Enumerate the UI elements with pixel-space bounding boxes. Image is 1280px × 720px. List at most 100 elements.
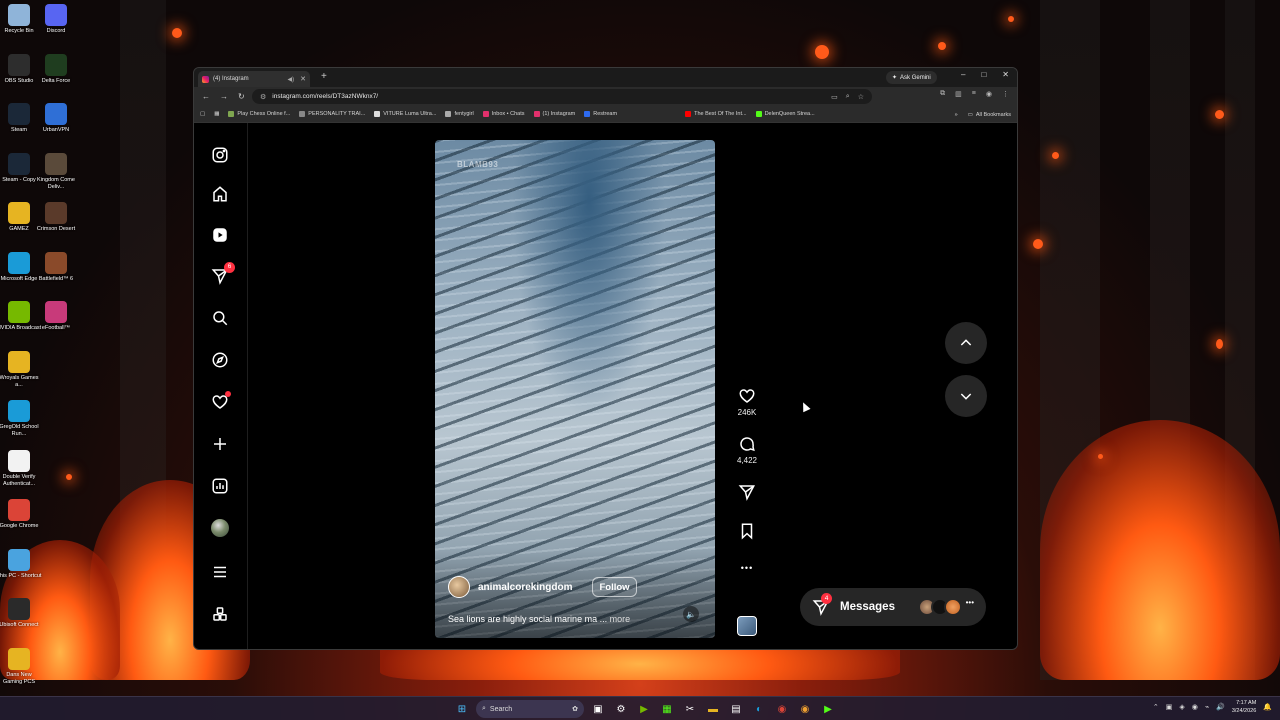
- desktop-shortcut[interactable]: NVIDIA Broadcast: [0, 297, 41, 347]
- tray-app-icon[interactable]: ◈: [1179, 703, 1184, 711]
- bookmark-item[interactable]: PERSONALITY TRAI...: [299, 111, 365, 117]
- clock[interactable]: 7:17 AM 3/24/2026: [1232, 699, 1256, 715]
- bookmark-item[interactable]: Restream: [584, 111, 617, 117]
- comment-button[interactable]: 4,422: [735, 435, 759, 465]
- address-bar[interactable]: ⚙ instagram.com/reels/DT3azNWknx7/ ▭ ⌕ ☆: [252, 89, 872, 104]
- explore-icon[interactable]: [210, 350, 230, 370]
- apps-grid-icon[interactable]: ▦: [214, 111, 219, 117]
- tray-expand-icon[interactable]: ⌃: [1153, 703, 1159, 711]
- address-bar-url[interactable]: instagram.com/reels/DT3azNWknx7/: [272, 93, 378, 100]
- desktop-shortcut[interactable]: Steam: [0, 99, 38, 149]
- close-window-button[interactable]: ✕: [1002, 70, 1009, 79]
- desktop-shortcut[interactable]: Wroyals Games a...: [0, 347, 39, 397]
- reel-video[interactable]: BLAMB93 animalcorekingdom Follow Sea lio…: [435, 140, 715, 638]
- settings-icon[interactable]: ⚙: [612, 700, 630, 718]
- start-windows-icon[interactable]: ⊞: [453, 700, 471, 718]
- bookmark-item[interactable]: Play Chess Online f...: [228, 111, 290, 117]
- desktop-shortcut[interactable]: Double Verify Authenticat...: [0, 446, 38, 496]
- zoom-icon[interactable]: ⌕: [846, 93, 850, 101]
- bookmark-item[interactable]: The Best Of The Int...: [685, 111, 747, 117]
- search-icon[interactable]: [210, 308, 230, 328]
- extensions-icon[interactable]: ⧉: [940, 90, 945, 98]
- nvidia-app-icon[interactable]: ▶: [635, 700, 653, 718]
- desktop-shortcut[interactable]: Kingdom Come Deliv...: [37, 149, 75, 199]
- desktop-shortcut[interactable]: OBS Studio: [0, 50, 38, 100]
- share-button[interactable]: [735, 483, 759, 501]
- more-apps-icon[interactable]: [210, 604, 230, 624]
- desktop-shortcut[interactable]: UrbanVPN: [37, 99, 75, 149]
- ask-gemini-button[interactable]: ✦ Ask Gemini: [886, 71, 937, 84]
- game-app-icon[interactable]: ▶: [819, 700, 837, 718]
- desktop-shortcut[interactable]: GregOld School Run...: [0, 396, 39, 446]
- bookmark-item[interactable]: DelenQueen Strea...: [755, 111, 815, 117]
- network-icon[interactable]: ⌁: [1205, 703, 1209, 711]
- desktop-shortcut[interactable]: Crimson Desert: [37, 198, 75, 248]
- desktop-shortcut[interactable]: Ubisoft Connect: [0, 594, 39, 644]
- desktop-shortcut[interactable]: Dans New Gaming PCS: [0, 644, 38, 694]
- desktop-shortcut[interactable]: Google Chrome: [0, 495, 38, 545]
- file-explorer-icon[interactable]: ▬: [704, 700, 722, 718]
- taskbar-search[interactable]: ⌕ Search ✿: [476, 700, 584, 718]
- tray-app-icon[interactable]: ▣: [1166, 703, 1173, 711]
- task-view-icon[interactable]: ▣: [589, 700, 607, 718]
- minimize-button[interactable]: –: [961, 70, 965, 79]
- direct-messages-icon[interactable]: 6: [210, 262, 235, 286]
- bookmark-item[interactable]: (1) Instagram: [533, 111, 575, 117]
- desktop-shortcut[interactable]: Steam - Copy: [0, 149, 38, 199]
- desktop-shortcut[interactable]: Delta Force: [37, 50, 75, 100]
- tab-audio-icon[interactable]: ◀): [288, 76, 295, 83]
- tray-app-icon[interactable]: ◉: [1192, 703, 1198, 711]
- desktop-shortcut[interactable]: eFootball™: [37, 297, 75, 347]
- like-button[interactable]: 246K: [735, 387, 759, 417]
- store-icon[interactable]: ▤: [727, 700, 745, 718]
- browser-menu-icon[interactable]: ⋮: [1002, 90, 1009, 98]
- profile-icon[interactable]: ◉: [986, 90, 992, 98]
- chrome-active-icon[interactable]: ◉: [796, 700, 814, 718]
- mute-toggle-icon[interactable]: 🔈: [683, 606, 699, 622]
- messages-button[interactable]: 4 Messages •••: [800, 588, 986, 626]
- reload-icon[interactable]: ↻: [238, 92, 245, 101]
- instagram-logo-icon[interactable]: [210, 145, 230, 165]
- tab-instagram[interactable]: (4) Instagram ◀) ✕: [198, 71, 310, 87]
- creator-username[interactable]: animalcorekingdom: [478, 582, 572, 593]
- next-reel-button[interactable]: [945, 375, 987, 417]
- forward-icon[interactable]: →: [220, 92, 228, 101]
- tab-close-icon[interactable]: ✕: [300, 75, 306, 83]
- site-info-icon[interactable]: ⚙: [260, 93, 266, 101]
- back-icon[interactable]: ←: [202, 92, 210, 101]
- options-button[interactable]: •••: [735, 563, 759, 573]
- desktop-shortcut[interactable]: Microsoft Edge: [0, 248, 38, 298]
- notifications-heart-icon[interactable]: [210, 391, 231, 412]
- desktop-shortcut[interactable]: Battlefield™ 6: [37, 248, 75, 298]
- cast-icon[interactable]: ▭: [831, 93, 838, 101]
- creator-avatar[interactable]: [448, 576, 470, 598]
- capcut-icon[interactable]: ✂: [681, 700, 699, 718]
- desktop-shortcut[interactable]: Discord: [37, 0, 75, 50]
- bookmark-item[interactable]: Inbox • Chats: [482, 111, 525, 117]
- edge-icon[interactable]: ◐: [750, 700, 768, 718]
- follow-button[interactable]: Follow: [592, 577, 637, 597]
- bookmark-item[interactable]: VITURE Luma Ultra...: [374, 111, 436, 117]
- save-button[interactable]: [735, 522, 759, 540]
- audio-thumbnail[interactable]: [737, 616, 757, 636]
- sidebar-icon[interactable]: ▥: [955, 90, 962, 98]
- dashboard-icon[interactable]: [210, 476, 230, 496]
- home-icon[interactable]: [210, 184, 230, 204]
- menu-icon[interactable]: [210, 562, 230, 582]
- all-bookmarks-folder[interactable]: ▭ All Bookmarks: [968, 112, 1011, 118]
- previous-reel-button[interactable]: [945, 322, 987, 364]
- desktop-shortcut[interactable]: Recycle Bin: [0, 0, 38, 50]
- create-plus-icon[interactable]: [210, 434, 230, 454]
- kick-app-icon[interactable]: ▦: [658, 700, 676, 718]
- desktop-shortcut[interactable]: This PC - Shortcut: [0, 545, 41, 595]
- media-icon[interactable]: ≡: [972, 90, 976, 98]
- bookmark-star-icon[interactable]: ☆: [858, 93, 864, 101]
- bookmark-page-icon[interactable]: ▢: [200, 111, 205, 117]
- new-tab-button[interactable]: +: [321, 71, 327, 82]
- bookmark-item[interactable]: fentygirl: [445, 111, 474, 117]
- desktop-shortcut[interactable]: GAMEZ: [0, 198, 38, 248]
- reels-icon[interactable]: [210, 225, 230, 245]
- chrome-icon[interactable]: ◉: [773, 700, 791, 718]
- bookmarks-overflow-icon[interactable]: »: [955, 112, 958, 118]
- notification-bell-icon[interactable]: 🔔: [1263, 703, 1272, 711]
